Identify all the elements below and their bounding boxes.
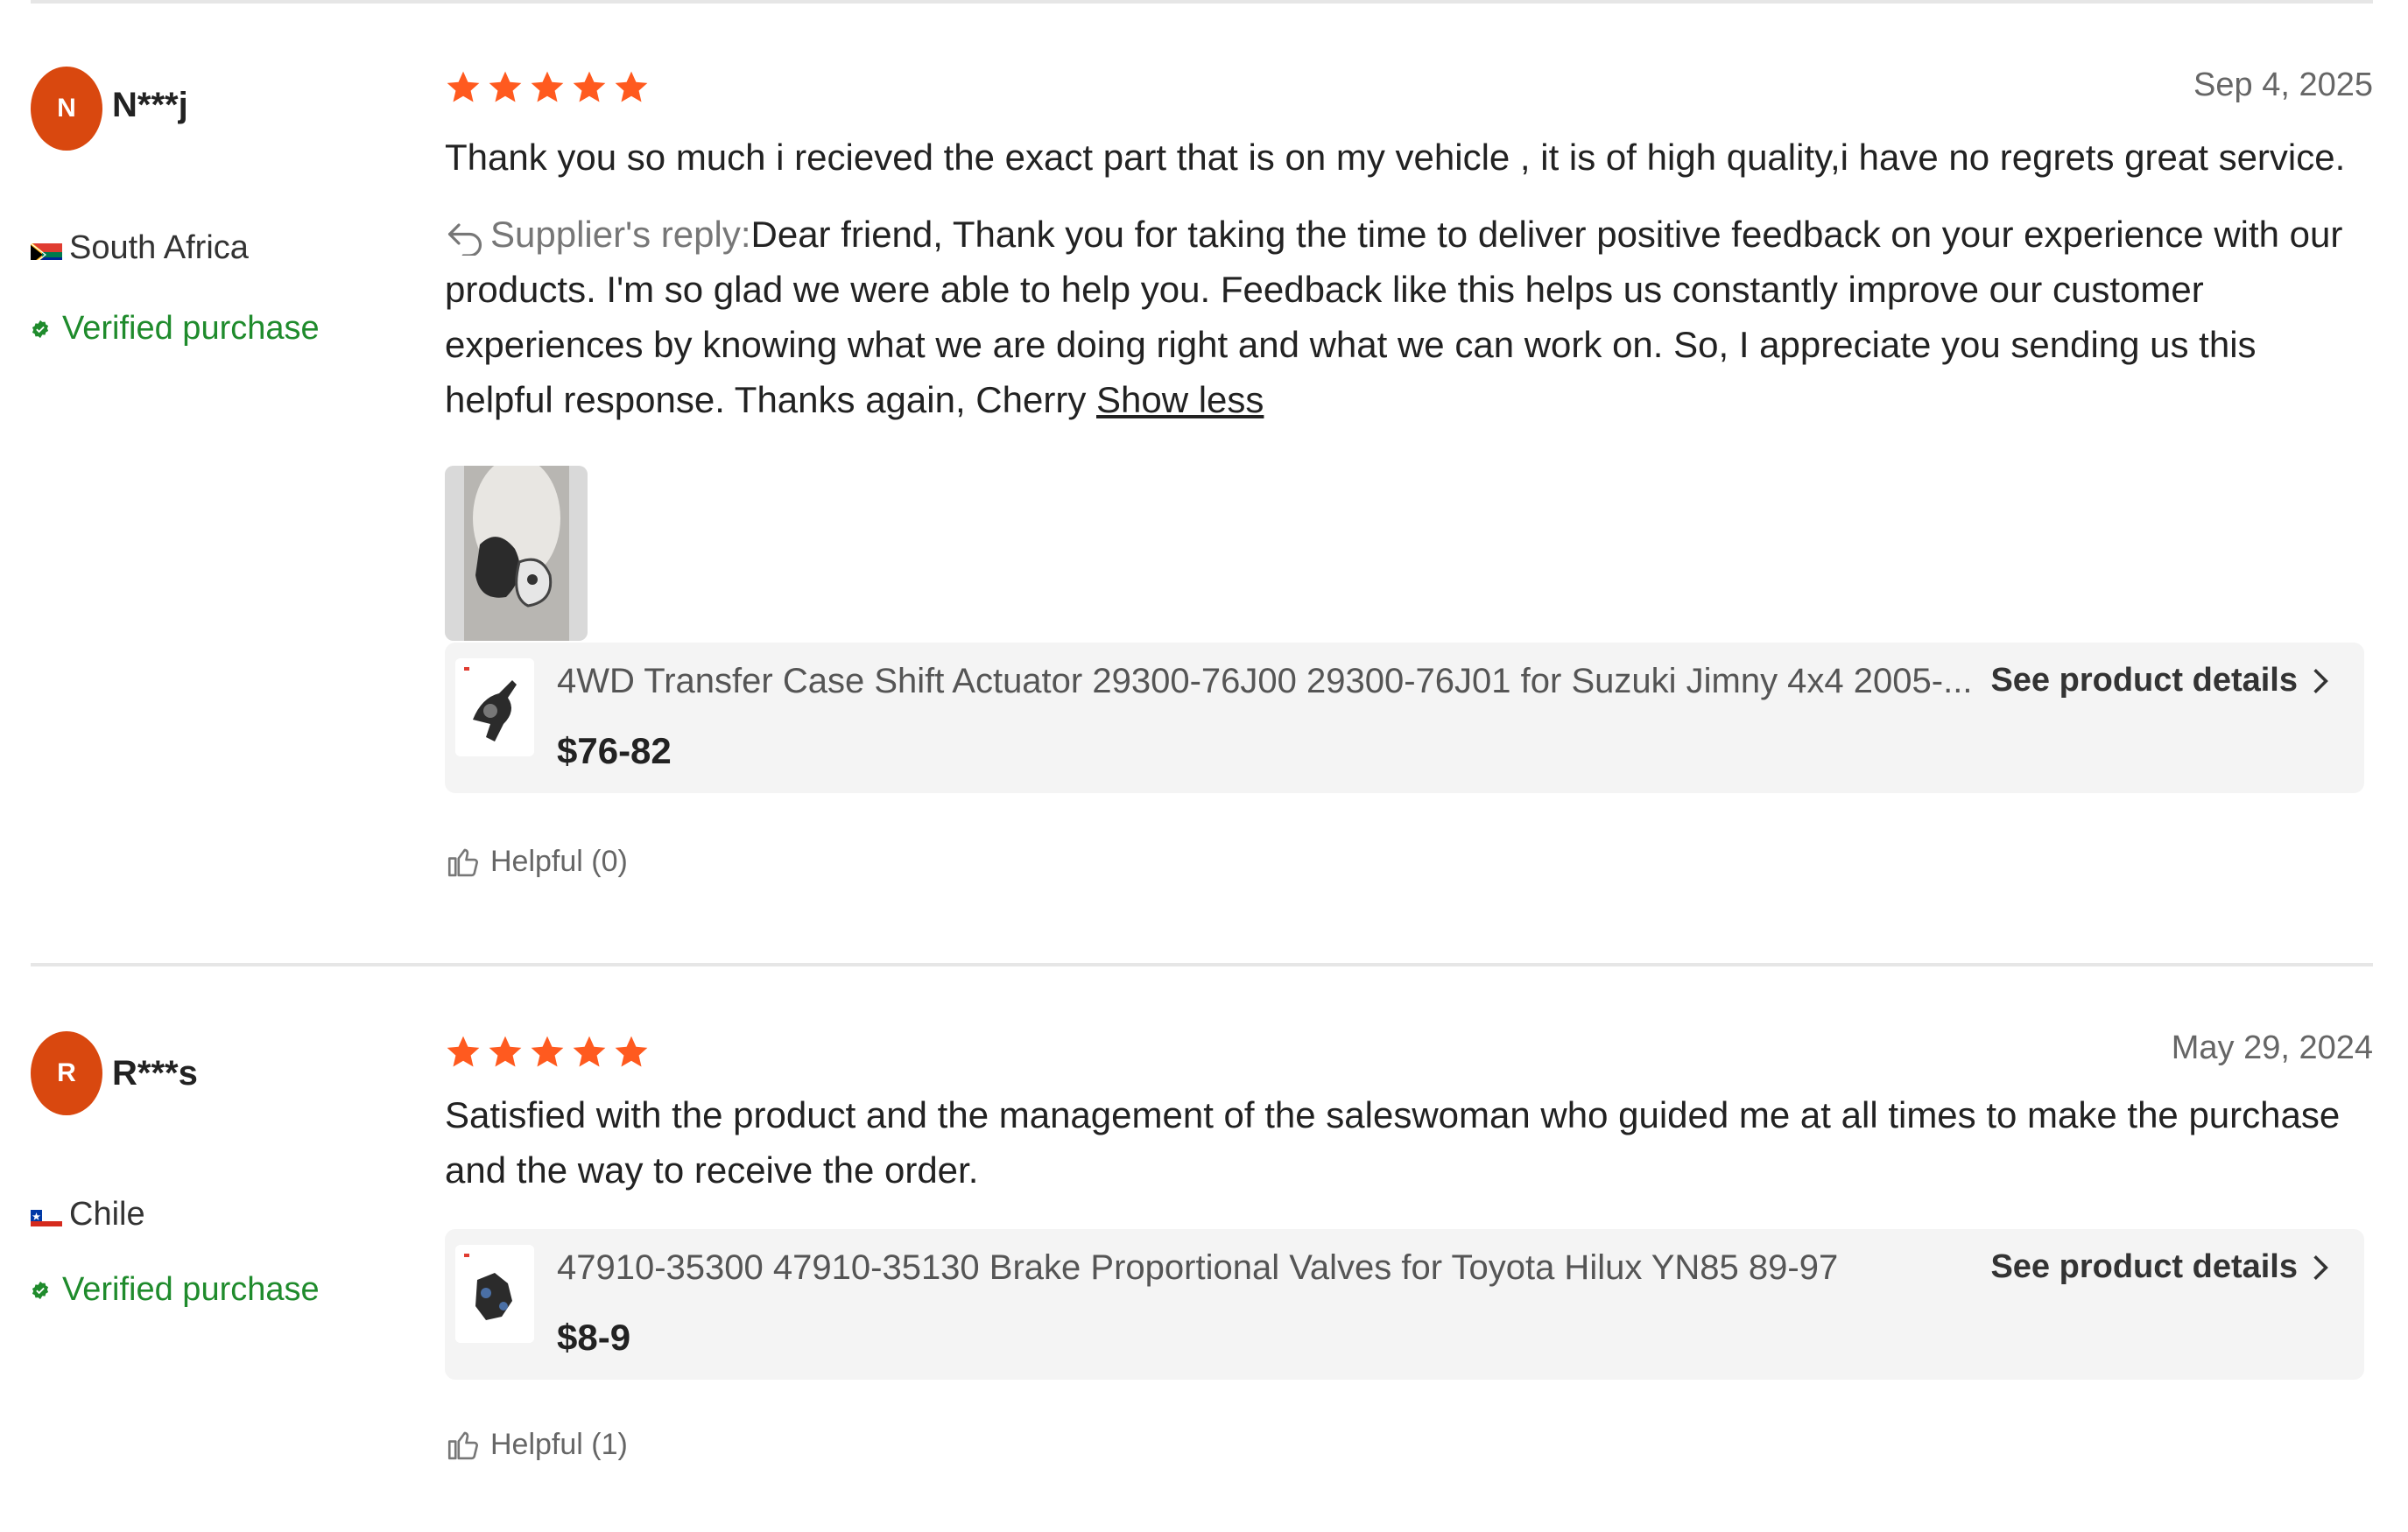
review-card: N N***j South Africa Verified purchase S… [0, 0, 2408, 954]
product-price: $8-9 [557, 1317, 631, 1358]
reviewer-country: South Africa [31, 229, 249, 267]
review-card: R R***s Chile Verified purchase May 29, … [0, 966, 2408, 1527]
product-card[interactable]: 47910-35300 47910-35130 Brake Proportion… [445, 1229, 2364, 1380]
show-less-link[interactable]: Show less [1096, 379, 1264, 420]
south-africa-flag-icon [31, 237, 62, 260]
review-date: May 29, 2024 [2171, 1030, 2373, 1066]
see-product-details-button[interactable]: See product details [1990, 1248, 2329, 1286]
star-icon [571, 1033, 608, 1072]
avatar: R [31, 1031, 102, 1115]
country-label: South Africa [69, 229, 249, 266]
chevron-right-icon [2312, 1254, 2329, 1282]
star-icon [487, 68, 524, 107]
star-icon [445, 68, 482, 107]
verified-badge: Verified purchase [31, 310, 320, 348]
product-title[interactable]: 4WD Transfer Case Shift Actuator 29300-7… [557, 662, 1972, 701]
chile-flag-icon [31, 1204, 62, 1226]
reviewer-name: N***j [112, 86, 188, 124]
verified-label: Verified purchase [62, 1271, 320, 1308]
product-card[interactable]: 4WD Transfer Case Shift Actuator 29300-7… [445, 643, 2364, 793]
star-icon [529, 68, 566, 107]
avatar: N [31, 67, 102, 151]
review-date: Sep 4, 2025 [2193, 67, 2373, 103]
verified-badge: Verified purchase [31, 1271, 320, 1309]
country-label: Chile [69, 1196, 145, 1233]
star-icon [613, 68, 650, 107]
reviewer-name: R***s [112, 1054, 198, 1093]
helpful-label: Helpful (1) [490, 1427, 628, 1461]
review-text: Thank you so much i recieved the exact p… [445, 137, 2346, 178]
verified-check-icon [31, 1281, 50, 1300]
verified-check-icon [31, 320, 50, 339]
see-details-label: See product details [1990, 662, 2298, 699]
review-photo[interactable] [445, 466, 588, 641]
see-details-label: See product details [1990, 1248, 2298, 1285]
verified-label: Verified purchase [62, 310, 320, 347]
helpful-button[interactable]: Helpful (1) [445, 1423, 628, 1465]
see-product-details-button[interactable]: See product details [1990, 662, 2329, 699]
star-icon [445, 1033, 482, 1072]
helpful-button[interactable]: Helpful (0) [445, 840, 628, 882]
star-rating [445, 68, 650, 107]
helpful-label: Helpful (0) [490, 844, 628, 878]
reply-label: Supplier's reply: [490, 214, 751, 255]
thumbs-up-icon [445, 840, 482, 882]
star-icon [487, 1033, 524, 1072]
star-rating [445, 1033, 650, 1072]
star-icon [529, 1033, 566, 1072]
product-thumbnail [455, 658, 534, 756]
reply-icon [445, 219, 485, 256]
product-thumbnail [455, 1245, 534, 1343]
star-icon [613, 1033, 650, 1072]
product-price: $76-82 [557, 730, 672, 771]
review-photo-image [445, 466, 588, 641]
chevron-right-icon [2312, 667, 2329, 695]
star-icon [571, 68, 608, 107]
reviewer-country: Chile [31, 1196, 145, 1233]
thumbs-up-icon [445, 1423, 482, 1465]
review-text: Satisfied with the product and the manag… [445, 1094, 2341, 1191]
supplier-reply: Supplier's reply:Dear friend, Thank you … [445, 207, 2371, 427]
product-title[interactable]: 47910-35300 47910-35130 Brake Proportion… [557, 1248, 1838, 1288]
